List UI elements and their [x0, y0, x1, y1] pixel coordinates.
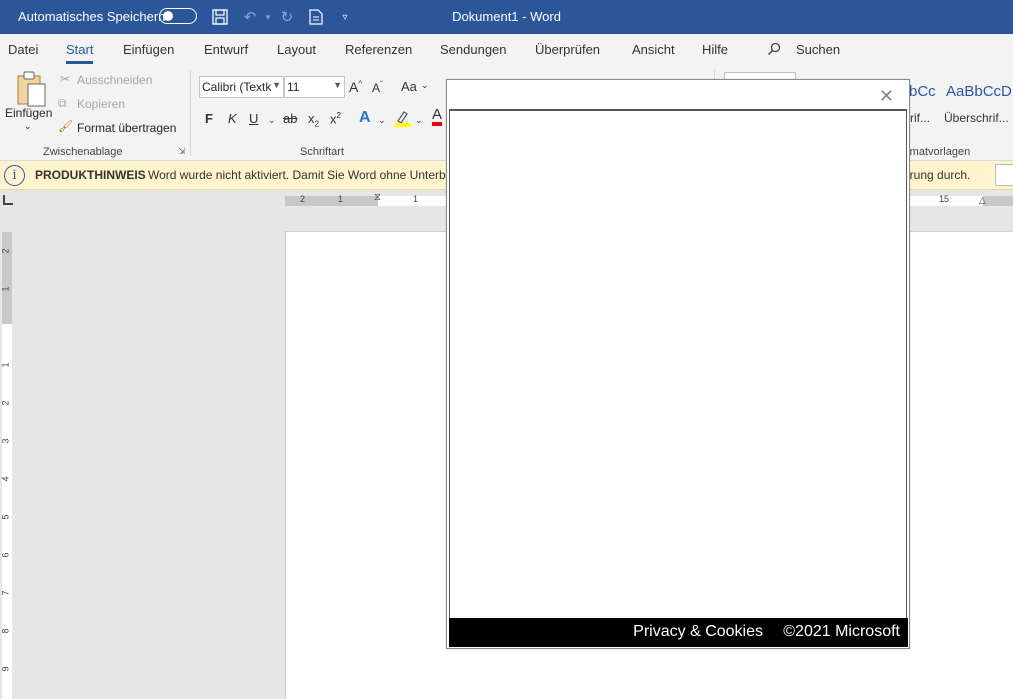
- chevron-down-icon[interactable]: ⌄: [415, 115, 423, 126]
- ruler-number: 4: [0, 476, 11, 482]
- chevron-down-icon[interactable]: ⌄: [378, 115, 386, 126]
- chevron-down-icon[interactable]: ⌄: [421, 80, 429, 91]
- paste-button[interactable]: Einfügen: [5, 106, 52, 120]
- styles-group-label: rmatvorlagen: [906, 146, 971, 158]
- ruler-number: 1: [0, 286, 11, 292]
- paste-dropdown-icon[interactable]: ⌄: [24, 121, 32, 132]
- close-icon[interactable]: ✕: [879, 86, 894, 107]
- dialog-footer: Privacy & Cookies ©2021 Microsoft: [449, 618, 908, 647]
- ruler-number: 1: [413, 194, 419, 204]
- copy-button[interactable]: Kopieren: [77, 97, 125, 111]
- tab-sendungen[interactable]: Sendungen: [440, 42, 507, 57]
- ruler-number: 9: [0, 666, 11, 672]
- style-heading-preview[interactable]: bCc: [909, 83, 936, 100]
- ruler-number: 5: [0, 514, 11, 520]
- copy-icon[interactable]: ⧉: [58, 96, 67, 111]
- underline-button[interactable]: U: [249, 111, 258, 126]
- activate-button[interactable]: [995, 164, 1013, 186]
- right-indent-marker-icon[interactable]: △: [979, 195, 986, 206]
- group-divider: [190, 70, 191, 156]
- tab-entwurf[interactable]: Entwurf: [204, 42, 248, 57]
- ruler-number: 8: [0, 628, 11, 634]
- copyright-text: ©2021 Microsoft: [783, 623, 900, 640]
- chevron-down-icon: ▼: [272, 80, 281, 90]
- font-name-combo[interactable]: Calibri (Textk ▼: [199, 76, 284, 98]
- change-case-button[interactable]: Aa: [401, 79, 417, 94]
- clipboard-launcher-icon[interactable]: ⇲: [178, 146, 186, 157]
- format-painter-button[interactable]: Format übertragen: [77, 121, 176, 135]
- ruler-number: 3: [0, 438, 11, 444]
- font-name-value: Calibri (Textk: [202, 80, 272, 94]
- notice-label: PRODUKTHINWEIS: [35, 168, 146, 182]
- notice-message-end: erung durch.: [903, 168, 971, 182]
- dialog-content-frame: [449, 109, 907, 647]
- grow-font-icon[interactable]: A^: [349, 79, 362, 95]
- strikethrough-button[interactable]: ab: [283, 111, 297, 126]
- ruler-left-margin: [285, 196, 378, 206]
- ruler-number: 1: [338, 194, 344, 204]
- ruler-number: 2: [0, 248, 11, 254]
- tab-datei[interactable]: Datei: [8, 42, 38, 57]
- font-color-icon[interactable]: A: [432, 107, 443, 126]
- highlight-icon[interactable]: [394, 109, 412, 130]
- cut-icon[interactable]: ✂: [60, 72, 70, 86]
- shrink-font-icon[interactable]: Aˇ: [372, 80, 383, 95]
- ruler-number: 7: [0, 590, 11, 596]
- paste-icon[interactable]: [14, 70, 48, 111]
- vertical-ruler[interactable]: 2 1 1 2 3 4 5 6 7 8 9: [0, 232, 12, 699]
- tab-ansicht[interactable]: Ansicht: [632, 42, 675, 57]
- cut-button[interactable]: Ausschneiden: [77, 73, 152, 87]
- tab-referenzen[interactable]: Referenzen: [345, 42, 412, 57]
- ruler-right-margin: [983, 196, 1013, 206]
- ruler-number: 1: [0, 362, 11, 368]
- ruler-number: 15: [939, 194, 950, 204]
- text-effects-icon[interactable]: A: [359, 109, 371, 127]
- tab-start[interactable]: Start: [66, 42, 94, 64]
- chevron-down-icon: ▼: [333, 80, 342, 90]
- italic-button[interactable]: K: [228, 111, 237, 126]
- menu-bar: Datei Start Einfügen Entwurf Layout Refe…: [0, 34, 1013, 66]
- notice-message: Word wurde nicht aktiviert. Damit Sie Wo…: [148, 168, 446, 182]
- ruler-number: 2: [300, 194, 306, 204]
- tab-hilfe[interactable]: Hilfe: [702, 42, 728, 57]
- bold-button[interactable]: F: [205, 111, 213, 126]
- tab-ueberpruefen[interactable]: Überprüfen: [535, 42, 600, 57]
- tab-layout[interactable]: Layout: [277, 42, 316, 57]
- search-box[interactable]: Suchen: [796, 42, 840, 57]
- document-title: Dokument1 - Word: [452, 9, 561, 24]
- style-heading1-preview[interactable]: AaBbCcD: [946, 83, 1012, 100]
- format-painter-icon[interactable]: 🖌: [58, 119, 73, 133]
- ruler-top-margin: [2, 232, 12, 324]
- indent-marker-icon[interactable]: ⧖: [374, 192, 381, 203]
- ruler-number: 2: [0, 400, 11, 406]
- style-heading-name: rif...: [910, 111, 930, 125]
- info-icon: i: [4, 165, 25, 186]
- tab-selector[interactable]: [3, 195, 13, 205]
- privacy-cookies-link[interactable]: Privacy & Cookies: [633, 623, 763, 641]
- ruler-number: 6: [0, 552, 11, 558]
- font-size-value: 11: [287, 80, 300, 94]
- search-icon[interactable]: [767, 42, 781, 59]
- title-bar: Automatisches Speichern ↶ ▾ ↻ ▿ Dokument…: [0, 0, 1013, 34]
- font-size-combo[interactable]: 11 ▼: [284, 76, 345, 98]
- font-group-label: Schriftart: [300, 146, 345, 158]
- chevron-down-icon[interactable]: ⌄: [268, 115, 276, 126]
- superscript-button[interactable]: x2: [330, 111, 341, 126]
- style-heading1-name: Überschrif...: [944, 111, 1009, 125]
- clipboard-group-label: Zwischenablage: [43, 146, 123, 158]
- subscript-button[interactable]: x2: [308, 111, 319, 129]
- tab-einfuegen[interactable]: Einfügen: [123, 42, 174, 57]
- activation-dialog: ✕ Privacy & Cookies ©2021 Microsoft: [446, 79, 910, 649]
